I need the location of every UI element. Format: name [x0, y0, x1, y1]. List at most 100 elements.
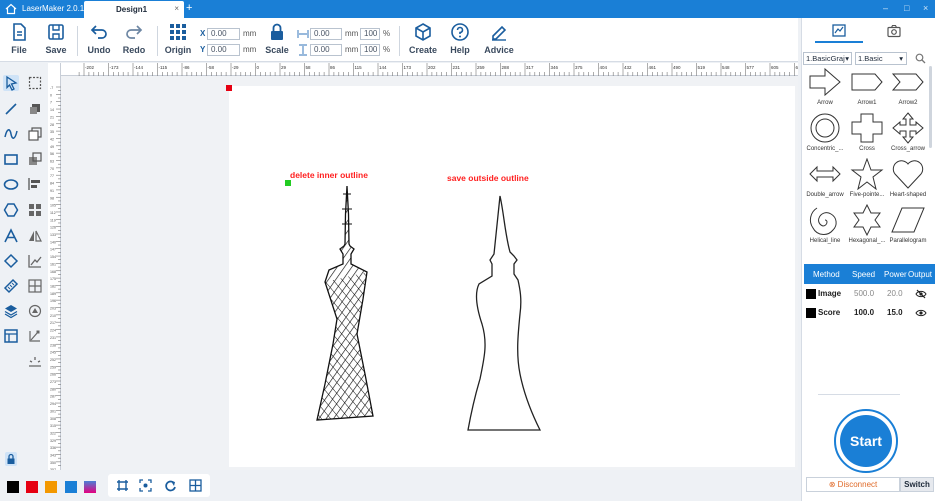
marquee-tool[interactable]: [27, 75, 43, 91]
curve-icon: [4, 129, 18, 139]
rectangle-tool[interactable]: [3, 151, 19, 167]
shape-double-arrow[interactable]: Double_arrow: [803, 158, 847, 198]
layer-row-image[interactable]: Image 500.0 20.0: [804, 286, 935, 302]
node-tool[interactable]: [27, 328, 43, 344]
copy-tool[interactable]: [27, 126, 43, 142]
array-tool[interactable]: [27, 202, 43, 218]
shape-arrow1[interactable]: Arrow1: [845, 66, 889, 106]
layers-tool[interactable]: [3, 303, 19, 319]
grid-toggle-icon[interactable]: [189, 479, 202, 492]
add-tab-button[interactable]: +: [186, 2, 192, 14]
eye-hidden-icon[interactable]: [915, 288, 927, 300]
maximize-button[interactable]: □: [904, 3, 909, 13]
home-icon[interactable]: [5, 3, 17, 15]
scale-lock-button[interactable]: Scale: [264, 22, 290, 55]
minimize-button[interactable]: –: [883, 3, 888, 13]
heart-shape-icon: [892, 160, 924, 189]
eye-icon[interactable]: [915, 307, 927, 319]
trace-tool[interactable]: [27, 303, 43, 319]
align-tool[interactable]: [27, 176, 43, 192]
width-input[interactable]: 0.00: [310, 28, 342, 40]
origin-button[interactable]: Origin: [164, 22, 192, 55]
create-button[interactable]: Create: [409, 22, 437, 55]
width-percent-input[interactable]: 100: [360, 28, 380, 40]
search-icon[interactable]: [915, 53, 926, 64]
tab-design1[interactable]: Design1 ×: [84, 1, 184, 18]
redo-label: Redo: [122, 45, 146, 55]
shape-hexagonal-star[interactable]: Hexagonal_...: [845, 204, 889, 244]
eraser-tool[interactable]: [3, 253, 19, 269]
save-button[interactable]: Save: [45, 22, 67, 55]
tower-outline[interactable]: [462, 194, 552, 434]
ruler-tick-label: 259: [50, 365, 56, 369]
polygon-tool[interactable]: [3, 202, 19, 218]
color-swatch-black[interactable]: [7, 481, 19, 493]
tower-image-hatched[interactable]: [307, 184, 389, 424]
y-input[interactable]: 0.00: [207, 44, 240, 56]
rotate-icon[interactable]: [164, 479, 177, 492]
advice-button[interactable]: Advice: [482, 22, 516, 55]
combine-icon: [29, 152, 42, 165]
ruler-tick-label: 98: [50, 196, 54, 200]
ruler-tick-label: 329: [50, 439, 56, 443]
shape-arrow2[interactable]: Arrow2: [886, 66, 930, 106]
start-button[interactable]: Start: [834, 409, 898, 473]
select-tool[interactable]: [3, 75, 19, 91]
color-swatch-red[interactable]: [26, 481, 38, 493]
shape-cross[interactable]: Cross: [845, 112, 889, 152]
text-tool[interactable]: [3, 228, 19, 244]
close-window-button[interactable]: ×: [923, 3, 928, 13]
shape-concentric[interactable]: Concentric_...: [803, 112, 847, 152]
tab-close-icon[interactable]: ×: [174, 4, 179, 13]
shape-helical-line[interactable]: Helical_line: [803, 204, 847, 244]
color-swatch-gradient[interactable]: [84, 481, 96, 493]
ruler-tick-label: 173: [404, 65, 412, 70]
table-tool[interactable]: [27, 278, 43, 294]
height-percent-input[interactable]: 100: [360, 44, 380, 56]
template-tool[interactable]: [3, 328, 19, 344]
fit-frame-icon[interactable]: [116, 479, 129, 492]
width-icon: [297, 30, 309, 38]
redo-button[interactable]: Redo: [121, 22, 147, 55]
ruler-tick-label: 210: [50, 314, 56, 318]
color-swatch-blue[interactable]: [65, 481, 77, 493]
mirror-tool[interactable]: [27, 228, 43, 244]
disconnect-button[interactable]: ⊗ Disconnect: [806, 477, 900, 492]
shape-heart[interactable]: Heart-shaped: [886, 158, 930, 198]
shape-parallelogram[interactable]: Parallelogram: [886, 204, 930, 244]
template-icon: [4, 329, 18, 343]
layer-row-score[interactable]: Score 100.0 15.0: [804, 305, 935, 321]
file-button[interactable]: File: [8, 22, 30, 55]
switch-button[interactable]: Switch: [900, 477, 934, 492]
curve-tool[interactable]: [3, 126, 19, 142]
layer-color-swatch[interactable]: [806, 289, 816, 299]
shape-five-pointed[interactable]: Five-pointe...: [845, 158, 889, 198]
camera-tab-icon[interactable]: [887, 24, 901, 38]
zoom-fit-icon[interactable]: [139, 479, 152, 492]
combine-tool[interactable]: [27, 151, 43, 167]
subcategory-select[interactable]: 1.Basic ▾: [855, 52, 907, 65]
shadow-tool[interactable]: [27, 101, 43, 117]
shape-cross-arrow[interactable]: Cross_arrow: [886, 112, 930, 152]
library-tab-icon[interactable]: [832, 24, 846, 38]
chart-tool[interactable]: [27, 253, 43, 269]
layer-color-swatch[interactable]: [806, 308, 816, 318]
help-button[interactable]: Help: [449, 22, 471, 55]
light-tool[interactable]: [27, 354, 43, 370]
lock-tool[interactable]: [3, 451, 19, 467]
line-tool[interactable]: [3, 101, 19, 117]
height-input[interactable]: 0.00: [310, 44, 342, 56]
ruler-tick-label: 63: [50, 160, 54, 164]
selection-handle[interactable]: [285, 180, 291, 186]
measure-tool[interactable]: [3, 278, 19, 294]
shape-arrow[interactable]: Arrow: [803, 66, 847, 106]
undo-button[interactable]: Undo: [86, 22, 112, 55]
concentric-shape-icon: [810, 113, 840, 143]
x-input[interactable]: 0.00: [207, 28, 240, 40]
ellipse-tool[interactable]: [3, 176, 19, 192]
category-select[interactable]: 1.BasicGraj ▾: [803, 52, 852, 65]
color-swatch-orange[interactable]: [45, 481, 57, 493]
ruler-tick-label: 548: [722, 65, 730, 70]
ruler-tick-label: 490: [673, 65, 681, 70]
work-area[interactable]: delete inner outline save outside outlin…: [226, 85, 795, 467]
